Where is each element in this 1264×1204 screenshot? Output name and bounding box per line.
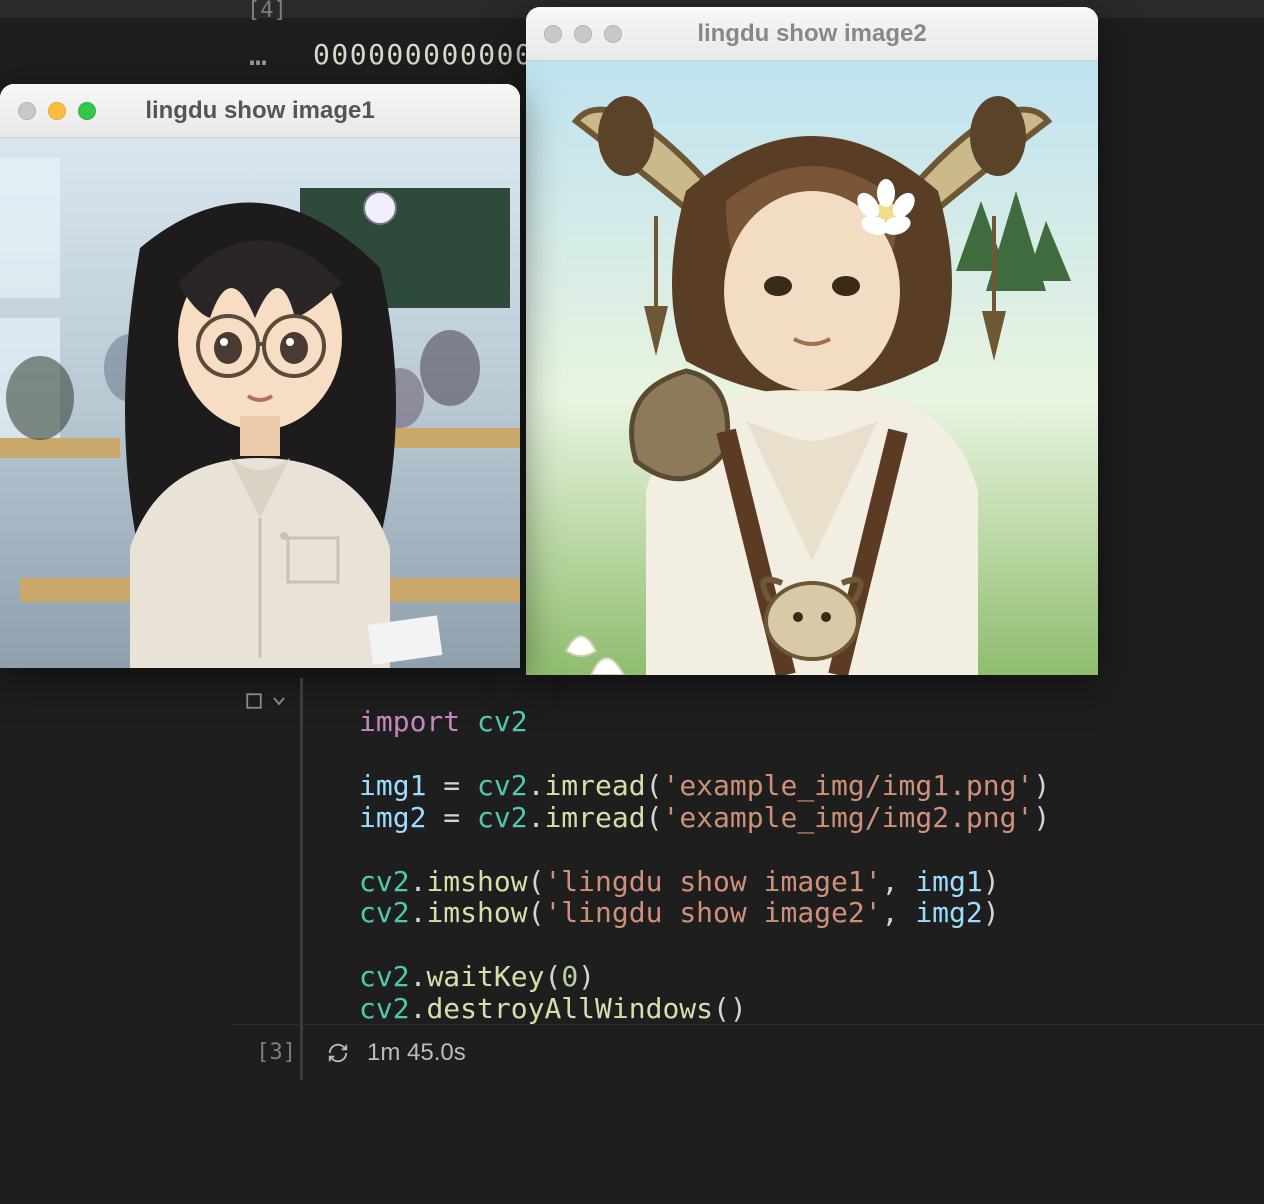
image1-viewport: [0, 138, 520, 668]
code-editor[interactable]: import cv2 img1 = cv2.imread('example_im…: [300, 678, 1264, 1041]
titlebar-image2[interactable]: lingdu show image2: [526, 7, 1098, 61]
execution-status-row: [3] 1m 45.0s: [232, 1024, 1264, 1080]
stop-icon[interactable]: [245, 692, 263, 710]
maximize-icon[interactable]: [604, 25, 622, 43]
traffic-lights-image1: [18, 102, 96, 120]
var-img2: img2: [359, 801, 426, 834]
window-image2[interactable]: lingdu show image2: [526, 7, 1098, 675]
image1-placeholder-icon: [0, 138, 520, 668]
cell-3-label: [3]: [232, 1040, 300, 1065]
chevron-down-icon[interactable]: [271, 693, 287, 709]
minimize-icon[interactable]: [48, 102, 66, 120]
window-image1[interactable]: lingdu show image1: [0, 84, 520, 668]
cell-gutter: [232, 678, 300, 1041]
execution-time: 1m 45.0s: [367, 1039, 466, 1067]
output-ellipsis: …: [249, 38, 268, 73]
titlebar-image1[interactable]: lingdu show image1: [0, 84, 520, 138]
refresh-icon[interactable]: [327, 1042, 349, 1064]
image2-placeholder-icon: [526, 61, 1098, 675]
code-cell[interactable]: import cv2 img1 = cv2.imread('example_im…: [232, 678, 1264, 1041]
traffic-lights-image2: [544, 25, 622, 43]
mod-cv2: cv2: [477, 705, 528, 738]
image2-viewport: [526, 61, 1098, 675]
kw-import: import: [359, 705, 460, 738]
cell-4-label: [4]: [247, 0, 287, 23]
close-icon[interactable]: [18, 102, 36, 120]
close-icon[interactable]: [544, 25, 562, 43]
minimize-icon[interactable]: [574, 25, 592, 43]
var-img1: img1: [359, 769, 426, 802]
maximize-icon[interactable]: [78, 102, 96, 120]
